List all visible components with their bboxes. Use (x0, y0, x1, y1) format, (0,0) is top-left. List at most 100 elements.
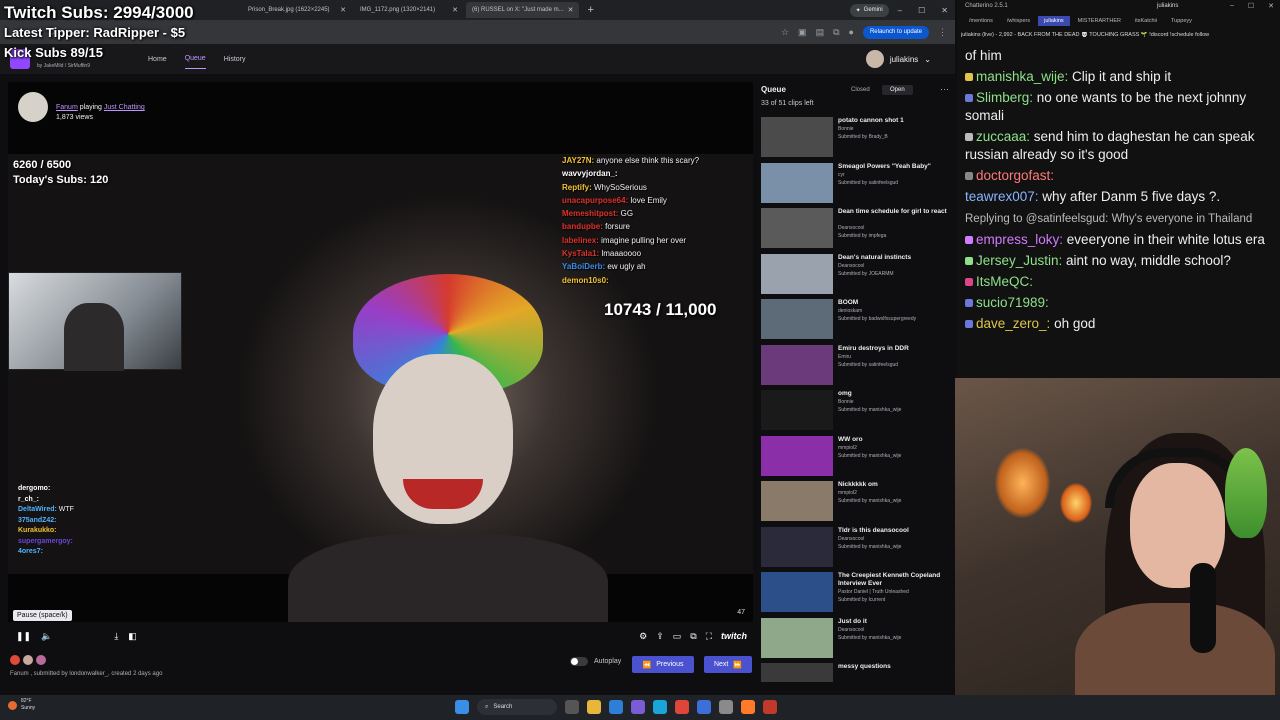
queue-item[interactable]: WW oro mmpiol2 Submitted by manishka_wije (761, 435, 951, 481)
previous-button[interactable]: ⏪ Previous (632, 656, 694, 673)
pip-icon[interactable]: ⧉ (690, 631, 696, 642)
chat-username[interactable]: Slimberg: (976, 90, 1037, 105)
share-icon[interactable]: ◧ (128, 631, 137, 642)
tab-tuppeyy[interactable]: Tuppeyy (1165, 16, 1198, 26)
chat-username[interactable]: doctorgofast: (976, 168, 1054, 183)
clip-thumbnail[interactable] (761, 208, 833, 248)
chrome-icon[interactable] (675, 700, 689, 714)
queue-item[interactable]: Just do it Deansocool Submitted by manishk… (761, 617, 951, 663)
clip-thumbnail[interactable] (761, 344, 833, 385)
tab-closed[interactable]: Closed (843, 85, 878, 95)
file-explorer-icon[interactable] (587, 700, 601, 714)
close-icon[interactable]: ✕ (340, 6, 346, 14)
app-icon[interactable] (697, 700, 711, 714)
relaunch-button[interactable]: Relaunch to update (862, 25, 929, 39)
chat-username[interactable]: manishka_wije: (976, 69, 1072, 84)
queue-item[interactable]: Tldr is this deansocool Deansocool Submitt… (761, 526, 951, 572)
edge-icon[interactable] (653, 700, 667, 714)
clip-thumbnail[interactable] (761, 663, 833, 682)
queue-item[interactable]: The Creepiest Kenneth Copeland Interview… (761, 572, 951, 617)
settings-icon[interactable]: ⚙ (639, 631, 647, 642)
fullscreen-icon[interactable]: ⛶ (706, 631, 712, 642)
account-icon[interactable]: ● (849, 27, 854, 37)
close-icon[interactable]: ✕ (1268, 2, 1274, 10)
app-icon[interactable] (609, 700, 623, 714)
app-icon[interactable] (763, 700, 777, 714)
new-tab-button[interactable]: + (581, 4, 599, 16)
queue-item[interactable]: Dean's natural instincts Deansocool Submit… (761, 253, 951, 299)
clip-thumbnail[interactable] (761, 572, 833, 612)
clip-thumbnail[interactable] (761, 253, 833, 294)
windows-icon[interactable] (455, 700, 469, 714)
twitch-logo[interactable]: twitch (721, 631, 747, 641)
channel-link[interactable]: Fanum (56, 104, 78, 111)
queue-item[interactable]: BOOM denioskam Submitted by badwolfxsuperg… (761, 299, 951, 344)
maximize-icon[interactable]: ☐ (1248, 2, 1254, 10)
clip-thumbnail[interactable] (761, 390, 833, 430)
chat-username[interactable]: sucio71989: (976, 295, 1049, 310)
queue-item[interactable]: omg Bonnie Submitted by manishka_wije (761, 390, 951, 435)
queue-item[interactable]: messy questions (761, 663, 951, 682)
close-window-icon[interactable]: ✕ (934, 6, 955, 15)
clip-thumbnail[interactable] (761, 299, 833, 339)
clip-thumbnail[interactable] (761, 617, 833, 658)
app-icon[interactable] (631, 700, 645, 714)
browser-tab[interactable]: IMG_1172.png (1320×2141) ✕ (354, 2, 464, 18)
clip-thumbnail[interactable] (761, 526, 833, 567)
browser-tab-active[interactable]: (6) RUSSEL on X: "Just made m... ✕ (466, 2, 580, 18)
more-icon[interactable]: ⋯ (940, 84, 949, 95)
minimize-icon[interactable]: – (1230, 2, 1234, 10)
close-icon[interactable]: ✕ (452, 6, 458, 14)
toggle-switch[interactable] (570, 657, 588, 666)
browser-tab[interactable]: Prison_Break.jpg (1622×2245) ✕ (242, 2, 352, 18)
extension-icon[interactable]: ▤ (816, 27, 825, 38)
queue-item[interactable]: potato cannon shot 1 Bonnie Submitted by B… (761, 117, 951, 162)
task-view-icon[interactable] (565, 700, 579, 714)
theater-icon[interactable]: ▭ (673, 631, 682, 642)
clip-thumbnail[interactable] (761, 162, 833, 203)
tab-itskatchii[interactable]: itsKatchii (1129, 16, 1163, 26)
minimize-icon[interactable]: – (891, 6, 909, 15)
queue-item[interactable]: Emiru destroys in DDR Emiru Submitted by s… (761, 344, 951, 390)
chat-username[interactable]: zuccaaa: (976, 129, 1034, 144)
share-icon[interactable]: ⇪ (656, 631, 664, 642)
category-link[interactable]: Just Chatting (104, 104, 145, 111)
clip-thumbnail[interactable] (761, 117, 833, 157)
obs-icon[interactable] (719, 700, 733, 714)
weather-widget[interactable]: 82°F Sunny (8, 698, 35, 712)
nav-history[interactable]: History (224, 50, 246, 69)
chat-username[interactable]: ItsMeQC: (976, 274, 1033, 289)
chat-username[interactable]: dave_zero_: (976, 316, 1054, 331)
gemini-button[interactable]: ✦ Gemini (849, 3, 889, 17)
pause-icon[interactable]: ❚❚ (16, 631, 31, 642)
tab-open[interactable]: Open (882, 85, 913, 95)
menu-icon[interactable]: ⋮ (938, 27, 947, 38)
maximize-icon[interactable]: ☐ (911, 6, 932, 15)
clip-thumbnail[interactable] (761, 481, 833, 521)
next-button[interactable]: Next ⏩ (704, 656, 752, 673)
autoplay-toggle[interactable]: Autoplay (570, 657, 621, 666)
tab-misterarther[interactable]: MISTERARTHER (1072, 16, 1127, 26)
queue-item[interactable]: Dean time schedule for girl to react Dean… (761, 208, 951, 253)
clip-thumbnail[interactable] (761, 435, 833, 476)
chat-username[interactable]: teawrex007: (965, 189, 1042, 204)
firefox-icon[interactable] (741, 700, 755, 714)
queue-item[interactable]: Nickkkkk om mmpiol2 Submitted by manishka_… (761, 481, 951, 526)
taskbar-search[interactable]: ⌕ Search (477, 699, 557, 715)
close-icon[interactable]: ✕ (568, 6, 574, 14)
video-player[interactable]: Fanum playing Just Chatting 1,873 views … (8, 82, 753, 622)
chat-username[interactable]: empress_loky: (976, 232, 1067, 247)
tab-search-icon[interactable]: ⧉ (833, 27, 839, 38)
extension-icon[interactable]: ▣ (798, 27, 807, 38)
tab-whispers[interactable]: /whispers (1001, 16, 1036, 26)
tab-mentions[interactable]: /mentions (963, 16, 999, 26)
tab-juliakins[interactable]: juliakins (1038, 16, 1070, 26)
queue-item[interactable]: Smeagol Powers "Yeah Baby" cyr Submitted b… (761, 162, 951, 208)
star-icon[interactable]: ☆ (781, 27, 789, 38)
reply-context[interactable]: Replying to @satinfeelsgud: Why's everyo… (965, 213, 1252, 225)
volume-icon[interactable]: 🔈 (41, 631, 52, 642)
chat-username[interactable]: Jersey_Justin: (976, 253, 1066, 268)
user-menu[interactable]: juliakins ⌄ (865, 50, 931, 68)
chatterino-user[interactable]: juliakins (1157, 3, 1178, 9)
download-icon[interactable]: ⤓ (114, 631, 118, 642)
